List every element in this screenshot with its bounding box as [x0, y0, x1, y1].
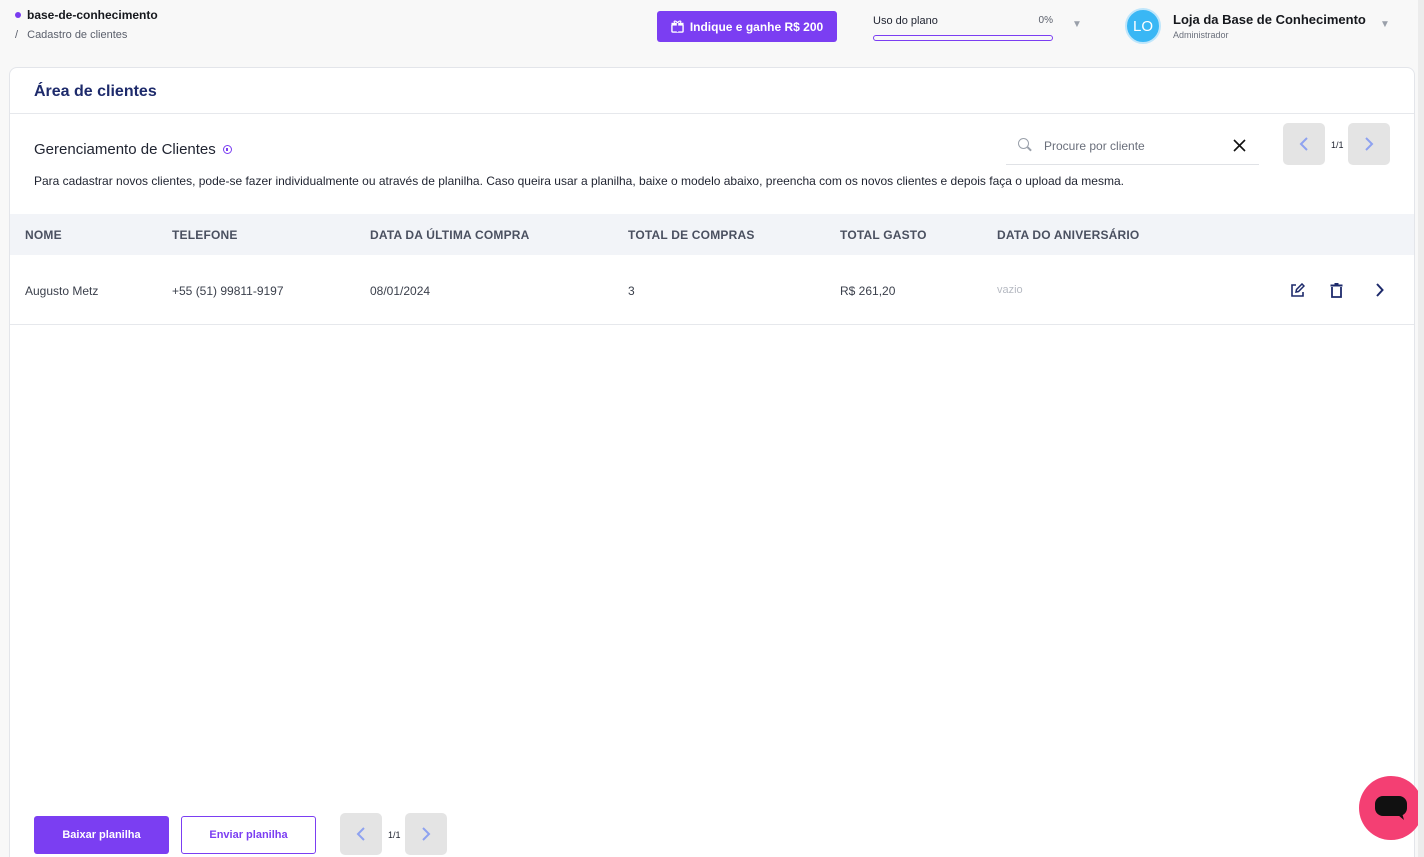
column-header-phone[interactable]: TELEFONE — [172, 228, 238, 242]
divider — [10, 113, 1414, 114]
chat-button[interactable] — [1359, 776, 1423, 840]
column-header-birthday[interactable]: DATA DO ANIVERSÁRIO — [997, 228, 1139, 242]
plan-usage-percent: 0% — [1038, 15, 1053, 26]
breadcrumb: / Cadastro de clientes — [15, 29, 127, 41]
plan-usage-bar — [873, 35, 1053, 41]
plan-usage-label: Uso do plano — [873, 15, 938, 27]
chevron-right-icon — [1365, 137, 1374, 151]
section-title-label: Gerenciamento de Clientes — [34, 141, 216, 158]
status-dot-icon — [15, 12, 21, 18]
cell-total-purchases: 3 — [628, 284, 635, 298]
cell-phone: +55 (51) 99811-9197 — [172, 284, 284, 298]
column-header-name[interactable]: NOME — [25, 228, 62, 242]
page-title: Área de clientes — [34, 83, 157, 100]
chevron-right-icon — [422, 827, 431, 841]
user-role: Administrador — [1173, 30, 1229, 40]
search-box — [1006, 126, 1259, 165]
chevron-left-icon — [356, 827, 365, 841]
breadcrumb-separator: / — [15, 29, 19, 41]
cell-last-purchase: 08/01/2024 — [370, 284, 431, 298]
top-bar: base-de-conhecimento / Cadastro de clien… — [0, 0, 1424, 60]
breadcrumb-current: Cadastro de clientes — [27, 29, 128, 41]
clients-card: Área de clientes Gerenciamento de Client… — [9, 67, 1415, 857]
pagination-prev-button[interactable] — [1283, 123, 1325, 165]
section-title: Gerenciamento de Clientes — [34, 141, 232, 158]
cell-name: Augusto Metz — [25, 284, 99, 298]
chat-icon — [1375, 796, 1407, 820]
pagination-label: 1/1 — [1331, 140, 1344, 150]
cell-birthday: vazio — [997, 284, 1023, 296]
close-icon[interactable] — [1229, 135, 1249, 155]
table-header: NOME TELEFONE DATA DA ÚLTIMA COMPRA TOTA… — [10, 214, 1414, 255]
edit-icon[interactable] — [1287, 280, 1307, 300]
chevron-right-icon[interactable] — [1369, 280, 1389, 300]
search-icon — [1018, 138, 1029, 149]
info-icon[interactable] — [222, 145, 232, 154]
download-spreadsheet-button[interactable]: Baixar planilha — [34, 816, 169, 854]
table-row[interactable]: Augusto Metz +55 (51) 99811-9197 08/01/2… — [10, 255, 1414, 325]
gift-icon — [671, 20, 684, 33]
column-header-total-purchases[interactable]: TOTAL DE COMPRAS — [628, 228, 755, 242]
scrollbar[interactable] — [1418, 0, 1424, 857]
cell-total-spent: R$ 261,20 — [840, 284, 896, 298]
bottom-pagination-label: 1/1 — [388, 830, 401, 840]
bottom-pagination-prev-button[interactable] — [340, 813, 382, 855]
user-dropdown-chevron-icon[interactable]: ▼ — [1380, 19, 1390, 30]
bottom-pagination-next-button[interactable] — [405, 813, 447, 855]
plan-dropdown-chevron-icon[interactable]: ▼ — [1072, 19, 1082, 30]
plan-usage[interactable]: Uso do plano 0% — [873, 15, 1053, 41]
referral-button[interactable]: Indique e ganhe R$ 200 — [657, 11, 837, 42]
avatar[interactable]: LO — [1125, 8, 1161, 44]
chevron-left-icon — [1299, 137, 1308, 151]
upload-spreadsheet-button[interactable]: Enviar planilha — [181, 816, 316, 854]
breadcrumb-root-label: base-de-conhecimento — [27, 8, 158, 22]
breadcrumb-root[interactable]: base-de-conhecimento — [15, 8, 158, 22]
trash-icon[interactable] — [1326, 280, 1346, 300]
column-header-last-purchase[interactable]: DATA DA ÚLTIMA COMPRA — [370, 228, 530, 242]
section-description: Para cadastrar novos clientes, pode-se f… — [34, 174, 1124, 188]
pagination-next-button[interactable] — [1348, 123, 1390, 165]
column-header-total-spent[interactable]: TOTAL GASTO — [840, 228, 927, 242]
referral-button-label: Indique e ganhe R$ 200 — [689, 19, 824, 34]
user-name[interactable]: Loja da Base de Conhecimento — [1173, 12, 1366, 27]
search-input[interactable] — [1044, 136, 1224, 156]
